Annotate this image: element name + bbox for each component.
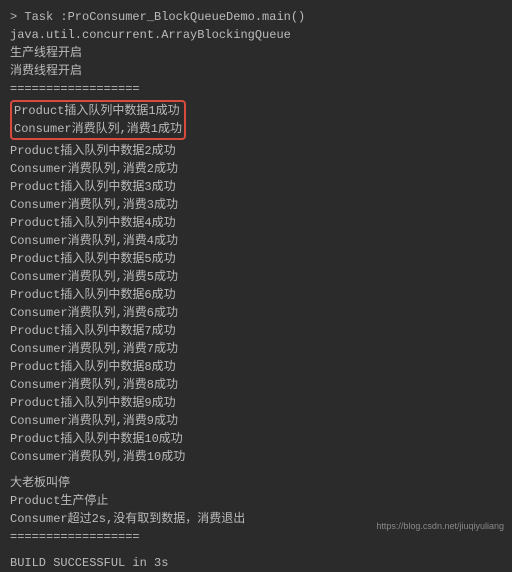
output-line: Product插入队列中数据3成功 (10, 178, 502, 196)
output-line: Product插入队列中数据9成功 (10, 394, 502, 412)
spacer (10, 546, 502, 554)
output-line: Consumer消费队列,消费6成功 (10, 304, 502, 322)
spacer (10, 466, 502, 474)
output-line: Consumer消费队列,消费7成功 (10, 340, 502, 358)
output-line: Product插入队列中数据5成功 (10, 250, 502, 268)
output-line: Consumer消费队列,消费9成功 (10, 412, 502, 430)
output-line: Consumer消费队列,消费8成功 (10, 376, 502, 394)
output-line: Product插入队列中数据7成功 (10, 322, 502, 340)
output-line: Product插入队列中数据2成功 (10, 142, 502, 160)
highlighted-output-box: Product插入队列中数据1成功 Consumer消费队列,消费1成功 (10, 100, 186, 140)
producer-thread-start: 生产线程开启 (10, 44, 502, 62)
output-line: Consumer消费队列,消费2成功 (10, 160, 502, 178)
class-name-line: java.util.concurrent.ArrayBlockingQueue (10, 26, 502, 44)
output-line: Product插入队列中数据1成功 (14, 102, 182, 120)
build-result-line: BUILD SUCCESSFUL in 3s (10, 554, 502, 572)
output-line: Product插入队列中数据8成功 (10, 358, 502, 376)
output-line: Consumer消费队列,消费3成功 (10, 196, 502, 214)
watermark-text: https://blog.csdn.net/jiuqiyuliang (376, 520, 504, 534)
output-line: Consumer消费队列,消费1成功 (14, 120, 182, 138)
task-header-line: > Task :ProConsumer_BlockQueueDemo.main(… (10, 8, 502, 26)
consumer-thread-start: 消费线程开启 (10, 62, 502, 80)
output-line: Consumer消费队列,消费4成功 (10, 232, 502, 250)
output-line: Consumer消费队列,消费5成功 (10, 268, 502, 286)
output-line: Product插入队列中数据10成功 (10, 430, 502, 448)
output-line: Consumer消费队列,消费10成功 (10, 448, 502, 466)
boss-stop-line: 大老板叫停 (10, 474, 502, 492)
output-line: Product插入队列中数据4成功 (10, 214, 502, 232)
divider-line: ================== (10, 80, 502, 98)
output-line: Product插入队列中数据6成功 (10, 286, 502, 304)
product-stop-line: Product生产停止 (10, 492, 502, 510)
